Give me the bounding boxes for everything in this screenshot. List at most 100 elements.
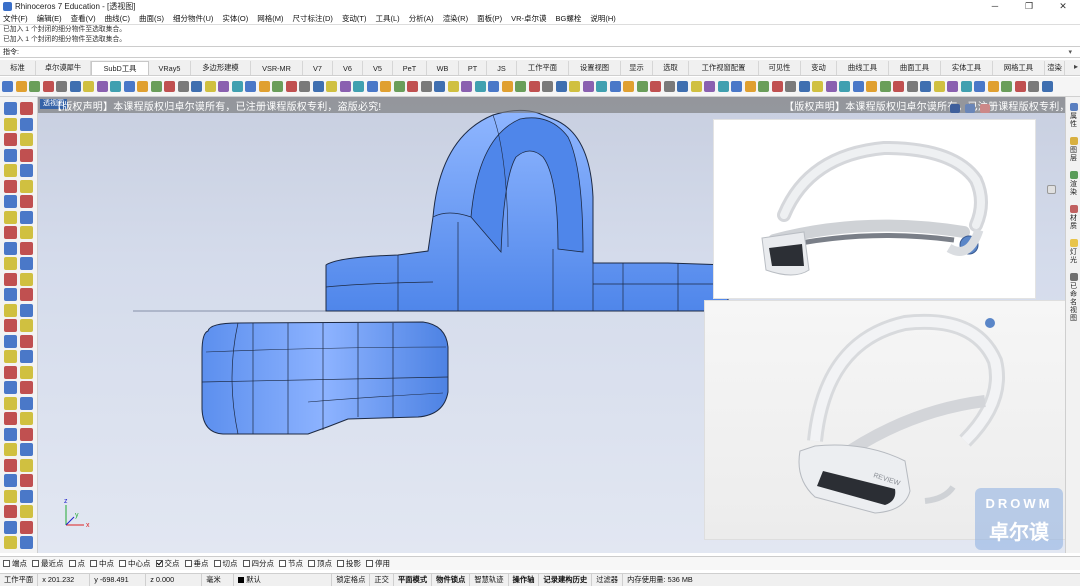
subd-tool-icon[interactable]: [501, 81, 513, 92]
menu-vr[interactable]: VR-卓尔谟: [511, 13, 546, 24]
subd-tool-icon[interactable]: [569, 81, 580, 92]
tab-v7[interactable]: V7: [303, 61, 333, 75]
osnap-checkbox[interactable]: [3, 560, 10, 567]
sidebar-tool-icon[interactable]: [4, 272, 17, 286]
subd-tool-icon[interactable]: [515, 81, 526, 92]
subd-tool-icon[interactable]: [272, 81, 283, 92]
tab-drowm-rhino[interactable]: 卓尔谟犀牛: [36, 61, 91, 75]
subd-tool-icon[interactable]: [56, 81, 67, 92]
sidebar-tool-icon[interactable]: [20, 520, 33, 534]
tab-curve-tools[interactable]: 曲线工具: [837, 61, 889, 75]
osnap-checkbox[interactable]: [119, 560, 126, 567]
menu-transform[interactable]: 变动(T): [342, 13, 367, 24]
subd-tool-icon[interactable]: [528, 81, 540, 92]
tab-display[interactable]: 显示: [621, 61, 653, 75]
camera-icon[interactable]: [965, 104, 975, 113]
tab-solid-tools[interactable]: 实体工具: [941, 61, 993, 75]
menu-surface[interactable]: 曲面(S): [139, 13, 164, 24]
subd-tool-icon[interactable]: [731, 81, 742, 92]
subd-tool-icon[interactable]: [245, 81, 256, 92]
osnap-option[interactable]: 顶点: [308, 558, 332, 569]
osnap-option[interactable]: 停用: [366, 558, 390, 569]
osnap-checkbox[interactable]: [32, 560, 39, 567]
sidebar-tool-icon[interactable]: [20, 102, 33, 115]
tab-render[interactable]: 渲染: [1045, 61, 1065, 75]
tab-poly-modeling[interactable]: 多边形建模: [191, 61, 251, 75]
sidebar-tool-icon[interactable]: [4, 257, 17, 270]
osnap-option[interactable]: 切点: [213, 558, 238, 569]
sidebar-tool-icon[interactable]: [20, 536, 33, 549]
subd-tool-icon[interactable]: [150, 81, 162, 92]
subd-tool-icon[interactable]: [353, 81, 364, 92]
sidebar-tool-icon[interactable]: [4, 443, 17, 456]
sidebar-tool-icon[interactable]: [20, 505, 33, 518]
menu-bg-bolt[interactable]: BG螺栓: [556, 13, 582, 24]
subd-tool-icon[interactable]: [1028, 81, 1039, 92]
restore-button[interactable]: ❐: [1012, 0, 1046, 12]
sidebar-tool-icon[interactable]: [4, 164, 17, 177]
subd-tool-icon[interactable]: [177, 81, 189, 92]
osnap-option[interactable]: 四分点: [242, 558, 274, 569]
subd-tool-icon[interactable]: [474, 81, 486, 92]
close-button[interactable]: ✕: [1046, 0, 1080, 12]
tab-visibility[interactable]: 可见性: [759, 61, 801, 75]
subd-tool-icon[interactable]: [717, 81, 729, 92]
tab-standard[interactable]: 标准: [0, 61, 36, 75]
sidebar-tool-icon[interactable]: [4, 288, 17, 301]
sidebar-tool-icon[interactable]: [4, 241, 17, 255]
sidebar-tool-icon[interactable]: [20, 210, 33, 224]
sidebar-tool-icon[interactable]: [4, 396, 17, 410]
menu-subd[interactable]: 细分物件(U): [173, 13, 213, 24]
osnap-option[interactable]: 垂点: [184, 558, 209, 569]
tab-js[interactable]: JS: [487, 61, 517, 75]
tab-surface-tools[interactable]: 曲面工具: [889, 61, 941, 75]
sidebar-tool-icon[interactable]: [4, 148, 17, 162]
sidebar-tool-icon[interactable]: [20, 117, 33, 131]
subd-tool-icon[interactable]: [609, 81, 621, 92]
subd-tool-icon[interactable]: [798, 81, 810, 92]
subd-tool-icon[interactable]: [1014, 81, 1026, 92]
subd-tool-icon[interactable]: [204, 81, 216, 92]
subd-tool-icon[interactable]: [285, 81, 297, 92]
subd-tool-icon[interactable]: [2, 81, 13, 92]
subd-tool-icon[interactable]: [15, 81, 27, 92]
subd-tool-icon[interactable]: [191, 81, 202, 92]
subd-tool-icon[interactable]: [893, 81, 904, 92]
subd-tool-icon[interactable]: [29, 81, 40, 92]
menu-edit[interactable]: 编辑(E): [37, 13, 62, 24]
tab-subd-tools[interactable]: SubD工具: [91, 61, 149, 75]
osnap-option[interactable]: 投影: [337, 558, 361, 569]
osnap-checkbox[interactable]: [337, 560, 344, 567]
subd-tool-icon[interactable]: [879, 81, 891, 92]
osnap-option[interactable]: 节点: [279, 558, 303, 569]
tab-cplane[interactable]: 工作平面: [517, 61, 569, 75]
osnap-checkbox[interactable]: [213, 560, 221, 567]
subd-tool-icon[interactable]: [690, 81, 702, 92]
menu-render[interactable]: 渲染(R): [443, 13, 468, 24]
tab-v5[interactable]: V5: [363, 61, 393, 75]
subd-tool-icon[interactable]: [785, 81, 796, 92]
sidebar-tool-icon[interactable]: [4, 334, 17, 348]
sidebar-tool-icon[interactable]: [20, 288, 33, 301]
toggle-grid-snap[interactable]: 锁定格点: [332, 574, 371, 586]
sidebar-tool-icon[interactable]: [4, 133, 17, 146]
tab-select[interactable]: 选取: [653, 61, 689, 75]
panel-tab-render[interactable]: 渲染: [1067, 171, 1080, 197]
sidebar-tool-icon[interactable]: [4, 117, 17, 131]
panel-tab-materials[interactable]: 材质: [1067, 205, 1080, 231]
toggle-smarttrack[interactable]: 智慧轨迹: [470, 574, 509, 586]
subd-tool-icon[interactable]: [312, 81, 324, 92]
sidebar-tool-icon[interactable]: [20, 195, 33, 208]
sidebar-tool-icon[interactable]: [4, 458, 17, 472]
sidebar-tool-icon[interactable]: [20, 350, 33, 363]
subd-tool-icon[interactable]: [137, 81, 148, 92]
subd-tool-icon[interactable]: [434, 81, 445, 92]
display-mode-icon[interactable]: [950, 104, 960, 113]
status-layer[interactable]: 默认: [234, 574, 333, 586]
dropdown-toggle-icon[interactable]: [1047, 185, 1056, 194]
osnap-option[interactable]: 最近点: [32, 558, 64, 569]
menu-analyze[interactable]: 分析(A): [409, 13, 434, 24]
sidebar-tool-icon[interactable]: [20, 133, 33, 146]
subd-tool-icon[interactable]: [582, 81, 594, 92]
subd-tool-icon[interactable]: [123, 81, 135, 92]
